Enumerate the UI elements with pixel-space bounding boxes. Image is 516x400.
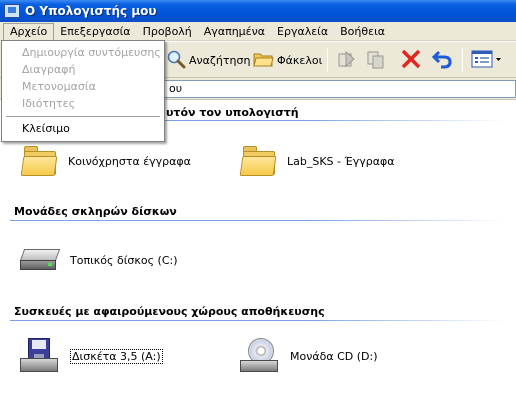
group-header-removable: Συσκευές με αφαιρούμενους χώρους αποθήκε… [14, 305, 325, 318]
delete-icon [400, 48, 422, 73]
content-pane: Κοινόχρηστα έγγραφα Lab_SKS - Έγγραφα Μο… [0, 101, 516, 400]
cd-drive-icon [240, 338, 280, 374]
address-input[interactable]: ου [162, 80, 516, 98]
delete-button[interactable] [400, 48, 422, 72]
group-header-hard-disks: Μονάδες σκληρών δίσκων [14, 205, 177, 218]
floppy-item[interactable]: Δισκέτα 3,5 (A:) [20, 338, 163, 374]
title-bar[interactable]: Ο Υπολογιστής μου [0, 0, 516, 22]
copy-to-icon [366, 48, 388, 73]
shared-documents-item[interactable]: Κοινόχρηστα έγγραφα [20, 144, 191, 178]
cd-drive-item[interactable]: Μονάδα CD (D:) [240, 338, 378, 374]
menu-item-create-shortcut[interactable]: Δημιουργία συντόμευσης [4, 44, 162, 61]
undo-icon [431, 48, 453, 73]
menu-item-close[interactable]: Κλείσιμο [4, 120, 162, 137]
menu-help[interactable]: Βοήθεια [334, 23, 391, 40]
menu-bar: Αρχείο Επεξεργασία Προβολή Αγαπημένα Εργ… [0, 22, 516, 41]
toolbar-separator [462, 48, 463, 72]
window-title: Ο Υπολογιστής μου [25, 4, 157, 18]
item-label: Τοπικός δίσκος (C:) [70, 253, 178, 267]
copy-to-button[interactable] [366, 48, 388, 72]
my-computer-icon [4, 4, 20, 18]
item-label: Κοινόχρηστα έγγραφα [68, 154, 191, 168]
item-label: Lab_SKS - Έγγραφα [287, 154, 395, 168]
item-label: Μονάδα CD (D:) [290, 349, 378, 363]
menu-separator [6, 116, 160, 117]
menu-item-properties[interactable]: Ιδιότητες [4, 95, 162, 112]
views-button[interactable] [470, 48, 504, 72]
menu-item-delete[interactable]: Διαγραφή [4, 61, 162, 78]
hard-disk-icon [19, 247, 61, 273]
folders-button[interactable]: Φάκελοι [252, 48, 322, 72]
local-disk-item[interactable]: Τοπικός δίσκος (C:) [19, 247, 178, 273]
menu-file[interactable]: Αρχείο [3, 22, 55, 40]
search-button[interactable]: Αναζήτηση [166, 48, 250, 72]
group-divider [10, 220, 506, 221]
folders-button-label: Φάκελοι [277, 53, 323, 67]
floppy-drive-icon [20, 338, 60, 374]
menu-item-rename[interactable]: Μετονομασία [4, 78, 162, 95]
move-to-icon [336, 48, 358, 73]
move-to-button[interactable] [336, 48, 358, 72]
group-header-stored-files: υτόν τον υπολογιστή [166, 106, 299, 119]
item-label: Δισκέτα 3,5 (A:) [70, 348, 163, 364]
menu-edit[interactable]: Επεξεργασία [54, 23, 136, 40]
toolbar-separator [327, 48, 328, 72]
undo-button[interactable] [431, 48, 453, 72]
folders-icon [252, 49, 274, 72]
menu-view[interactable]: Προβολή [137, 23, 198, 40]
folder-icon [239, 144, 277, 178]
menu-tools[interactable]: Εργαλεία [271, 23, 334, 40]
search-icon [166, 49, 186, 72]
lab-documents-item[interactable]: Lab_SKS - Έγγραφα [239, 144, 395, 178]
menu-favorites[interactable]: Αγαπημένα [198, 23, 271, 40]
search-button-label: Αναζήτηση [189, 53, 251, 67]
file-menu-dropdown: Δημιουργία συντόμευσης Διαγραφή Μετονομα… [1, 40, 165, 142]
views-icon [470, 48, 504, 73]
folder-icon [20, 144, 58, 178]
group-divider [10, 320, 506, 321]
